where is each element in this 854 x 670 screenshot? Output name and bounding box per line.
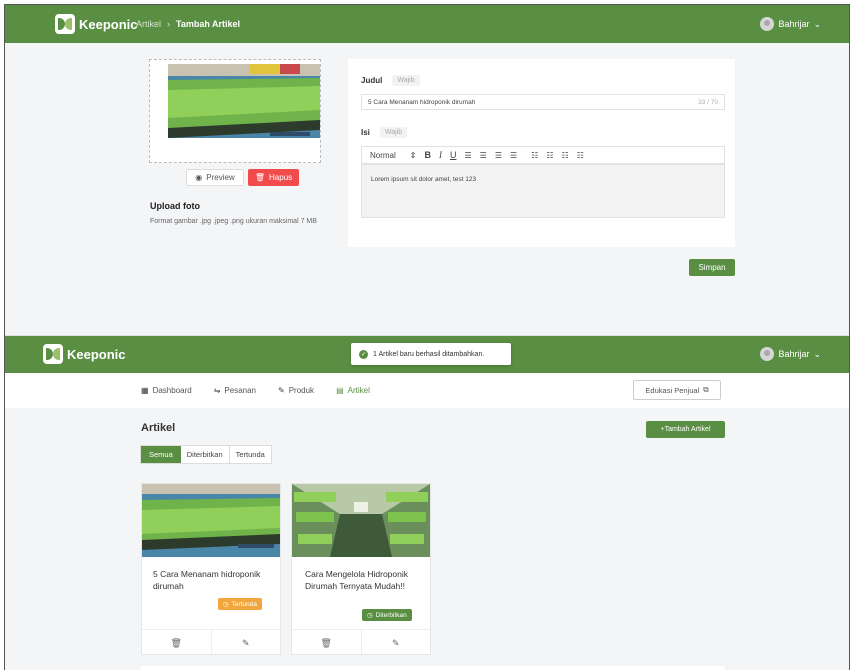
breadcrumb-parent[interactable]: Artikel [136, 19, 161, 29]
indent-icon[interactable]: ☷ [562, 151, 569, 160]
add-article-button[interactable]: +Tambah Artikel [646, 421, 725, 438]
orders-icon: ⇋ [213, 386, 221, 395]
title-input[interactable]: 5 Cara Menanam hidroponik dirumah 33 / 7… [361, 94, 725, 110]
avatar-icon [760, 17, 775, 31]
card-actions: 🗑 ✎ [142, 629, 280, 656]
card-actions: 🗑 ✎ [292, 629, 430, 656]
underline-icon[interactable]: U [450, 150, 457, 160]
nav-links: ▦ Dashboard ⇋ Pesanan ✎ Produk ▤ Artikel [141, 386, 370, 395]
pencil-icon: ✎ [278, 386, 285, 395]
screen-divider [5, 335, 849, 336]
tab-tertunda[interactable]: Tertunda [228, 446, 271, 463]
article-thumbnail [292, 484, 430, 557]
editor-toolbar: Normal ⇕ B I U ☰ ☰ ☰ ☰ ☷ ☷ ☷ ☷ [361, 146, 725, 164]
article-card[interactable]: Cara Mengelola Hidroponik Dirumah Ternya… [291, 483, 431, 656]
main-nav: ▦ Dashboard ⇋ Pesanan ✎ Produk ▤ Artikel… [5, 373, 849, 408]
clock-icon: ◷ [223, 601, 229, 608]
nav-pesanan[interactable]: ⇋ Pesanan [214, 386, 256, 395]
align-justify-icon[interactable]: ☰ [510, 151, 517, 160]
uploaded-photo [150, 60, 320, 162]
app-logo[interactable]: Keeponic [55, 14, 138, 34]
title-label: Judul [361, 76, 383, 85]
external-link-icon: ⧉ [703, 385, 709, 394]
content-required-badge: Wajib [379, 127, 408, 138]
keeponic-logo-icon [55, 14, 75, 34]
upload-hint: Format gambar .jpg .jpeg .png ukuran mak… [150, 218, 317, 225]
title-char-counter: 33 / 70 [698, 99, 718, 106]
article-form-panel: Judul Wajib 5 Cara Menanam hidroponik di… [348, 59, 735, 247]
outdent-icon[interactable]: ☷ [577, 151, 584, 160]
article-thumbnail [142, 484, 280, 557]
screenshot-frame: Keeponic Artikel › Tambah Artikel Bahrij… [4, 4, 850, 670]
content-editor-text: Lorem ipsum sit dolor amet, test 123 [371, 176, 477, 183]
eye-icon: ◉ [195, 173, 203, 182]
breadcrumb-separator: › [167, 19, 171, 29]
upload-title: Upload foto [150, 201, 200, 211]
list-page-body: Artikel +Tambah Artikel Semua Diterbitka… [5, 408, 849, 670]
content-editor[interactable]: Lorem ipsum sit dolor amet, test 123 [361, 164, 725, 218]
form-page-body: ◉ Preview 🗑 Hapus Upload foto Format gam… [5, 43, 849, 335]
user-menu-2[interactable]: Bahrijar ⌄ [760, 347, 821, 361]
check-icon: ✓ [359, 349, 368, 359]
ordered-list-icon[interactable]: ☷ [531, 151, 538, 160]
bullet-list-icon[interactable]: ☷ [546, 151, 553, 160]
image-upload-area[interactable] [149, 59, 321, 163]
bold-icon[interactable]: B [424, 150, 431, 160]
status-badge: ◷ Tertunda [218, 598, 262, 610]
italic-icon[interactable]: I [439, 150, 442, 160]
success-toast: ✓ 1 Artikel baru berhasil ditambahkan. [351, 343, 511, 365]
align-right-icon[interactable]: ☰ [495, 151, 502, 160]
section-title: Artikel [141, 422, 176, 434]
tab-semua[interactable]: Semua [141, 446, 181, 463]
tab-diterbitkan[interactable]: Diterbitkan [181, 446, 229, 463]
content-label-row: Isi Wajib [361, 127, 408, 138]
article-icon: ▤ [336, 386, 344, 395]
article-title: Cara Mengelola Hidroponik Dirumah Ternya… [305, 569, 409, 591]
article-card[interactable]: 5 Cara Menanam hidroponik dirumah ◷ Tert… [141, 483, 281, 656]
preview-button[interactable]: ◉ Preview [186, 169, 244, 186]
content-label: Isi [361, 128, 370, 137]
article-title: 5 Cara Menanam hidroponik dirumah [153, 569, 261, 591]
list-topbar: Keeponic ✓ 1 Artikel baru berhasil ditam… [5, 335, 849, 373]
edit-icon[interactable]: ✎ [212, 630, 281, 656]
nav-produk[interactable]: ✎ Produk [278, 386, 314, 395]
chevron-down-icon: ⌄ [813, 18, 821, 29]
avatar-icon [760, 347, 775, 361]
title-required-badge: Wajib [392, 75, 420, 86]
form-topbar: Keeponic Artikel › Tambah Artikel Bahrij… [5, 5, 849, 43]
delete-button[interactable]: 🗑 Hapus [248, 169, 299, 186]
toast-message: 1 Artikel baru berhasil ditambahkan. [373, 350, 485, 358]
edit-icon[interactable]: ✎ [362, 630, 431, 656]
app-logo-2[interactable]: Keeponic [43, 344, 126, 364]
format-select[interactable]: Normal ⇕ [370, 151, 416, 160]
status-badge: ◷ Diterbitkan [362, 609, 412, 621]
next-section-panel [141, 666, 725, 670]
status-tabs: Semua Diterbitkan Tertunda [140, 445, 272, 464]
clock-icon: ◷ [367, 612, 373, 619]
breadcrumb: Artikel › Tambah Artikel [136, 19, 240, 29]
title-label-row: Judul Wajib [361, 75, 420, 86]
breadcrumb-current: Tambah Artikel [176, 19, 241, 29]
align-left-icon[interactable]: ☰ [464, 151, 471, 160]
nav-artikel[interactable]: ▤ Artikel [336, 386, 370, 395]
trash-icon[interactable]: 🗑 [142, 630, 212, 656]
trash-icon[interactable]: 🗑 [292, 630, 362, 656]
nav-dashboard[interactable]: ▦ Dashboard [141, 386, 192, 395]
chevron-down-icon: ⌄ [813, 348, 821, 359]
save-button[interactable]: Simpan [689, 259, 735, 276]
dashboard-icon: ▦ [141, 386, 149, 395]
title-input-value: 5 Cara Menanam hidroponik dirumah [368, 99, 476, 106]
keeponic-logo-icon [43, 344, 63, 364]
user-menu[interactable]: Bahrijar ⌄ [760, 17, 821, 31]
align-center-icon[interactable]: ☰ [480, 151, 487, 160]
trash-icon: 🗑 [254, 173, 266, 182]
seller-education-button[interactable]: Edukasi Penjual ⧉ [633, 380, 721, 400]
